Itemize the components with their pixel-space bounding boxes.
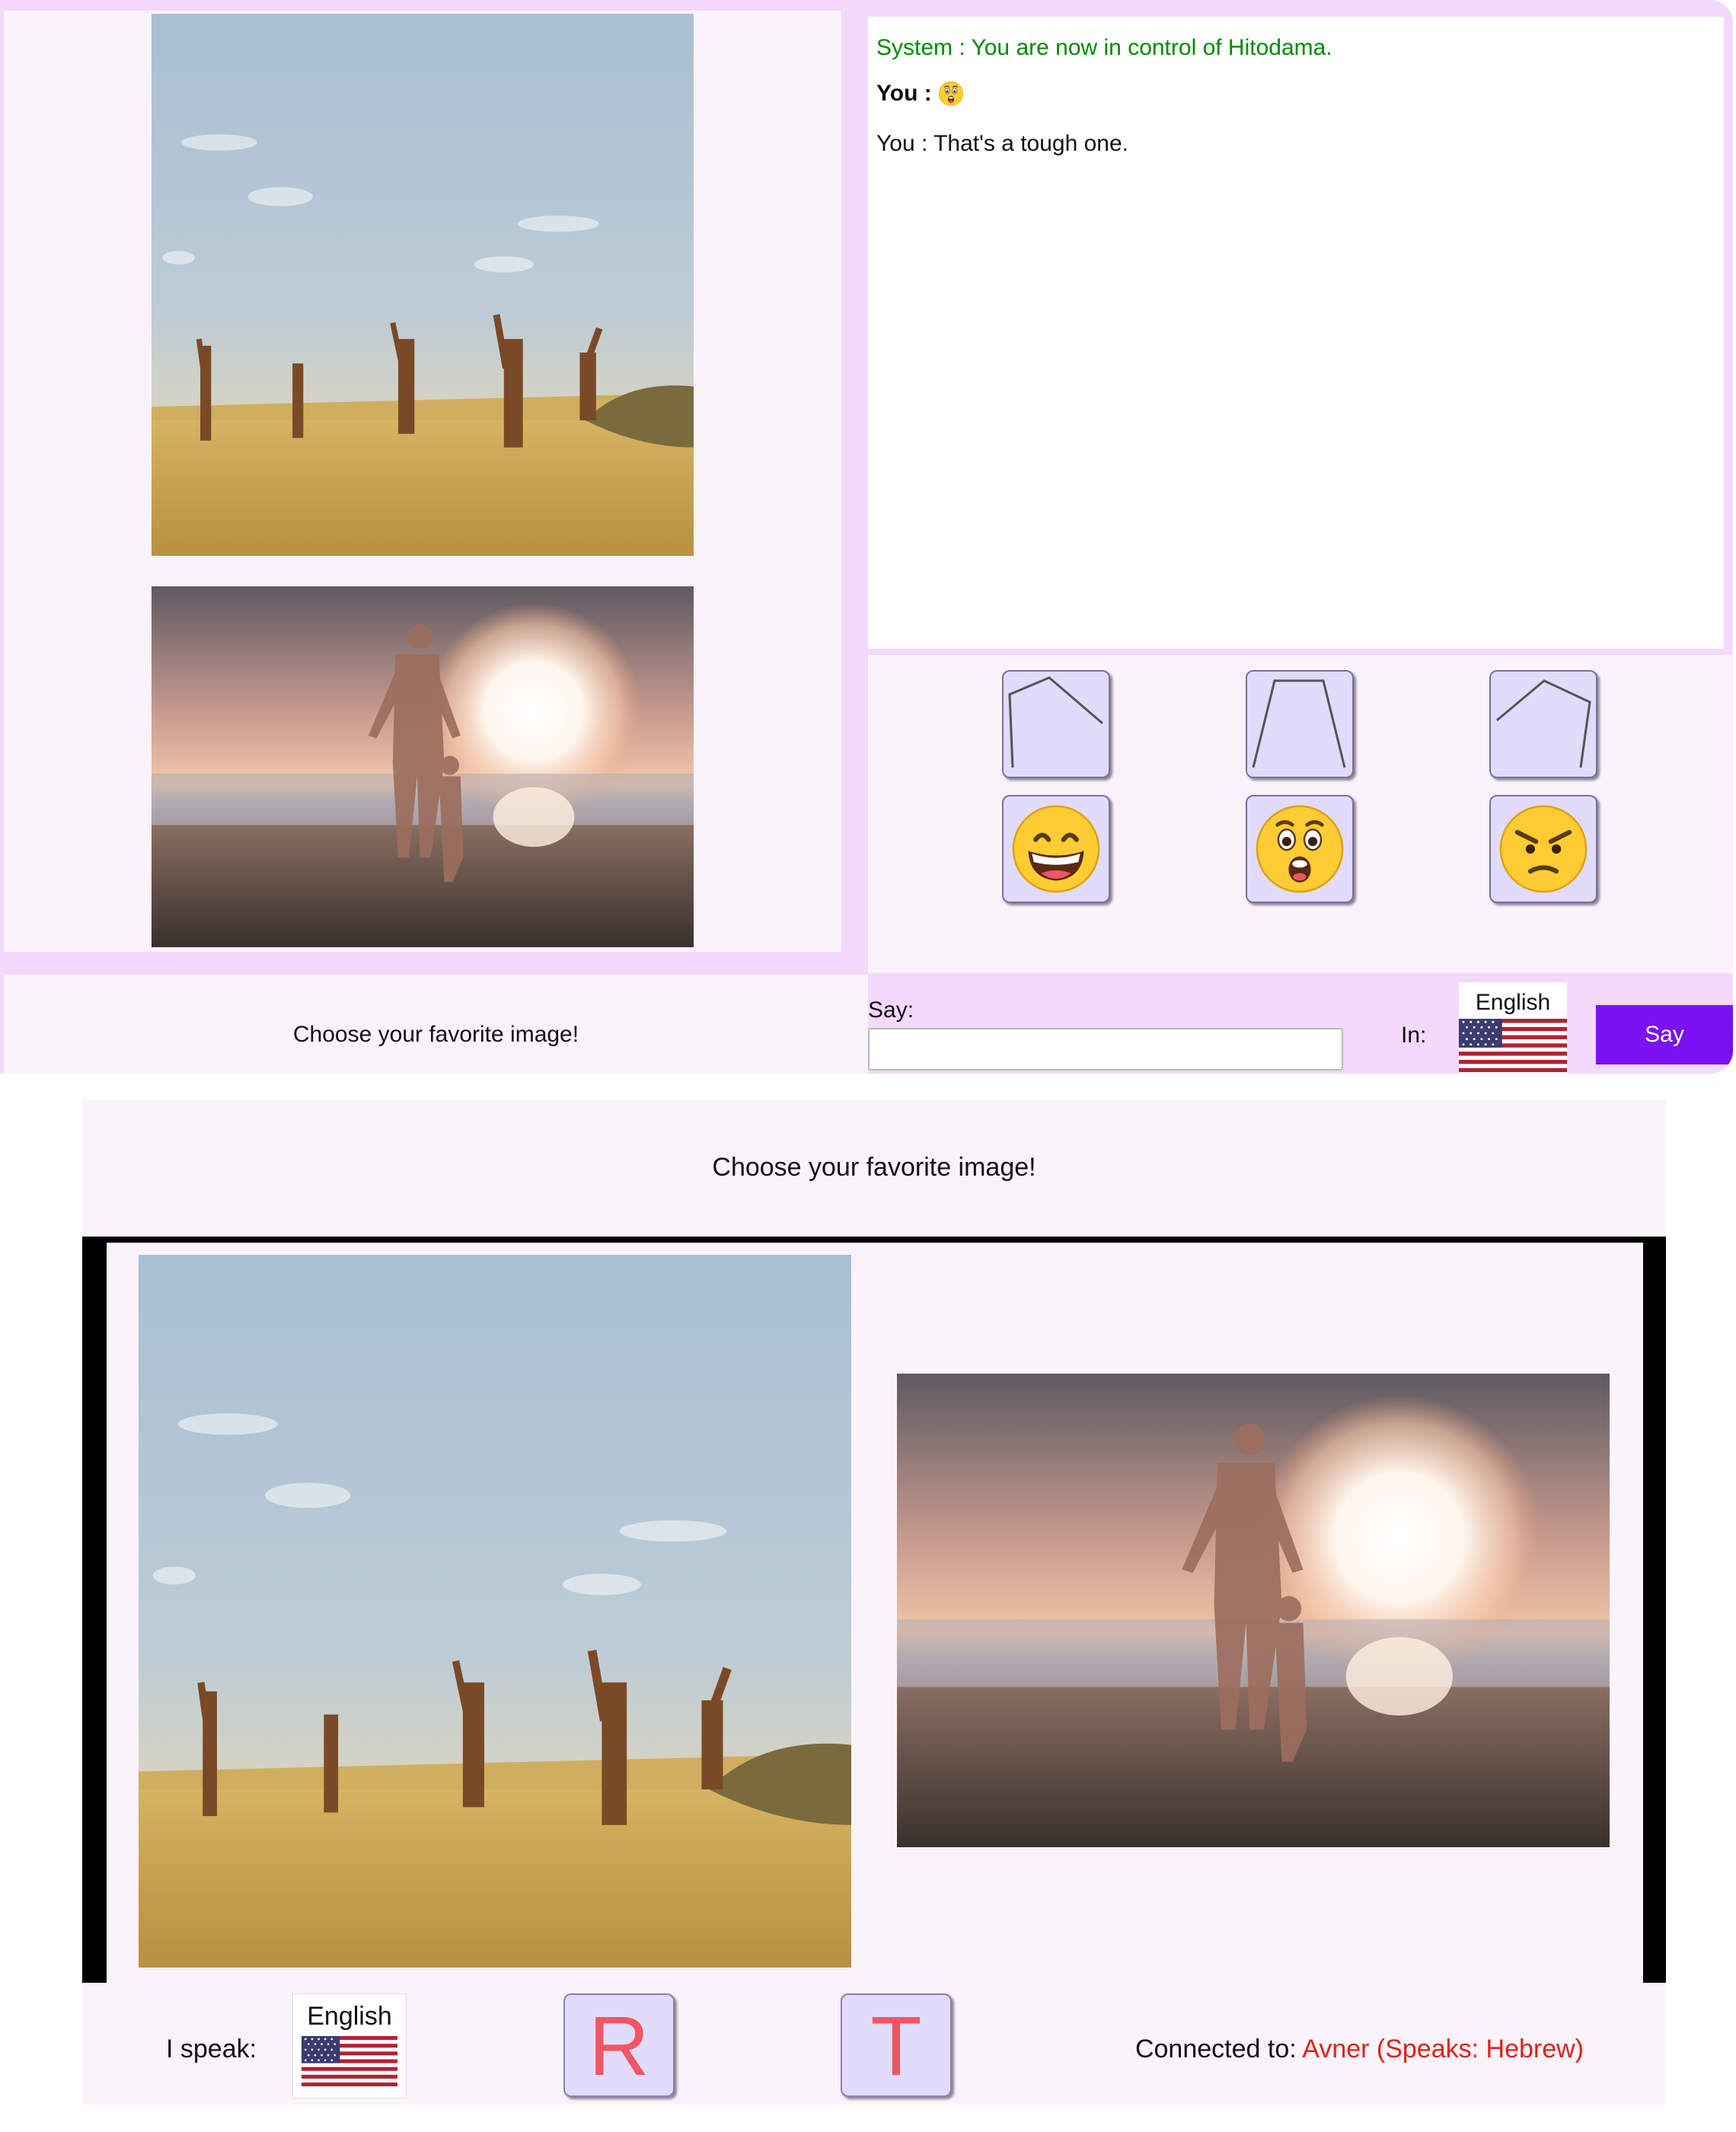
connected-partner: Avner (Speaks: Hebrew) (1302, 2035, 1584, 2063)
i-speak-label: I speak: (166, 2035, 257, 2063)
image-choice-area (107, 1243, 1643, 1983)
beach-sunset-photo[interactable] (152, 586, 694, 947)
top-footer-prompt-area: Choose your favorite image! (4, 975, 868, 1074)
language-label: English (1475, 990, 1551, 1015)
grinning-face-button[interactable] (1002, 795, 1110, 903)
trapezoid-shape-icon (1252, 679, 1346, 768)
astonished-face-button[interactable] (1246, 795, 1354, 903)
my-language-selector[interactable]: English (292, 1993, 407, 2098)
bottom-footer: I speak: English R T Connected to: Avner… (82, 1983, 1666, 2105)
bottom-title: Choose your favorite image! (712, 1153, 1036, 1182)
chat-message-emoji: You : (876, 81, 964, 107)
my-language-label: English (307, 2002, 392, 2031)
pentagon-open-shape-button[interactable] (1002, 670, 1110, 778)
astonished-face-icon (1253, 803, 1346, 895)
us-flag-icon (302, 2036, 397, 2086)
images-panel (4, 11, 841, 952)
bottom-app-window: Choose your favorite image! I speak: Eng… (82, 1100, 1666, 2105)
pentagon-open-shape-icon (1008, 676, 1103, 768)
grinning-face-icon (1010, 803, 1103, 895)
choose-image-prompt: Choose your favorite image! (292, 1022, 579, 1047)
chat-message-text: You : That's a tough one. (876, 131, 1128, 156)
chat-log: System : You are now in control of Hitod… (868, 17, 1724, 649)
giraffes-photo[interactable] (152, 14, 694, 556)
giraffes-photo-large[interactable] (139, 1255, 851, 1968)
language-selector[interactable]: English (1459, 982, 1567, 1074)
beach-sunset-photo-large[interactable] (897, 1374, 1610, 1847)
chat-speaker: You : (876, 81, 932, 106)
image-choice-frame (82, 1237, 1666, 1983)
r-letter-button[interactable]: R (563, 1993, 675, 2097)
say-button[interactable]: Say (1596, 1005, 1733, 1064)
trapezoid-shape-button[interactable] (1246, 670, 1354, 778)
pentagon-shape-icon (1496, 679, 1591, 768)
connection-status: Connected to: Avner (Speaks: Hebrew) (1135, 2035, 1584, 2064)
connected-label: Connected to: (1134, 2035, 1297, 2063)
t-letter-button[interactable]: T (841, 1993, 952, 2097)
controls-panel (868, 655, 1733, 973)
top-app-window: System : You are now in control of Hitod… (0, 0, 1733, 1074)
in-label: In: (1401, 1023, 1427, 1048)
astonished-face-icon (938, 81, 964, 107)
pentagon-shape-button[interactable] (1489, 670, 1597, 778)
system-message: System : You are now in control of Hitod… (876, 35, 1332, 60)
say-input[interactable] (868, 1028, 1343, 1071)
angry-face-icon (1497, 803, 1590, 895)
us-flag-icon (1459, 1019, 1567, 1072)
angry-face-button[interactable] (1489, 795, 1597, 903)
say-label: Say: (868, 997, 914, 1023)
